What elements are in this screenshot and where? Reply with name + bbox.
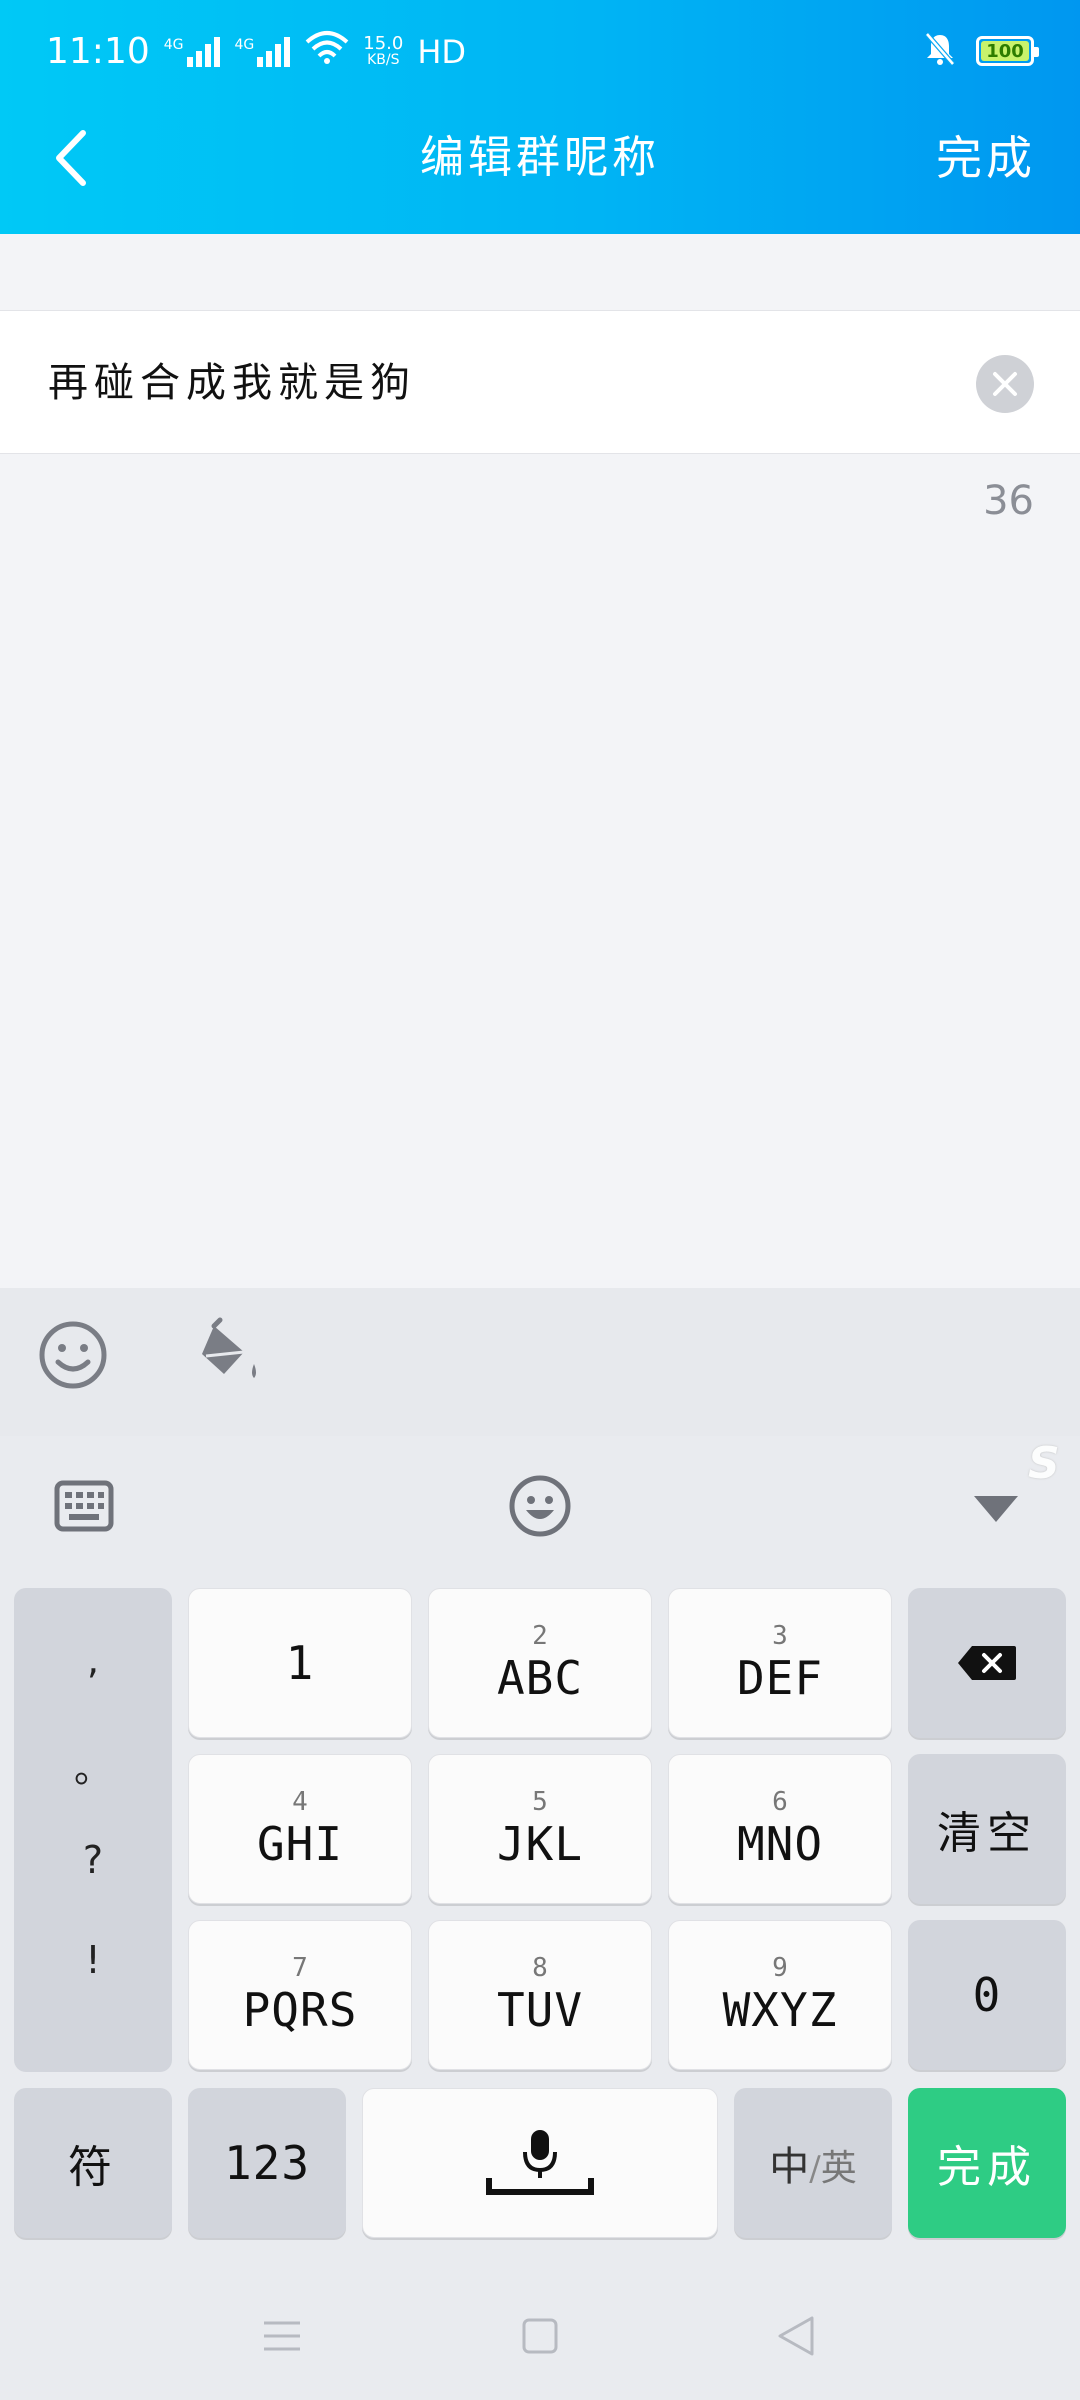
keyboard-icon xyxy=(54,1480,114,1532)
key-0[interactable]: 0 xyxy=(908,1920,1066,2070)
clear-all-key[interactable]: 清空 xyxy=(908,1754,1066,1904)
signal-1-icon: 4G xyxy=(164,36,221,67)
triangle-left-icon xyxy=(778,2316,814,2356)
home-button[interactable] xyxy=(512,2308,568,2364)
language-switch-key[interactable]: 中/英 xyxy=(734,2088,892,2238)
key-7-pqrs[interactable]: 7 PQRS xyxy=(188,1920,412,2070)
key-4-ghi[interactable]: 4 GHI xyxy=(188,1754,412,1904)
menu-icon xyxy=(264,2321,300,2351)
keyboard-toolbar: S xyxy=(0,1436,1080,1586)
ime-keyboard: S , 。 ? ! 1 2 ABC 3 DEF 4 GHI 5 JKL 6 MN… xyxy=(0,1436,1080,2400)
punct-period[interactable]: 。 xyxy=(14,1738,172,1793)
symbol-key[interactable]: 符 xyxy=(14,2088,172,2238)
key-5-jkl[interactable]: 5 JKL xyxy=(428,1754,652,1904)
microphone-icon xyxy=(486,2130,594,2195)
network-speed: 15.0 KB/S xyxy=(363,32,404,68)
wifi-icon xyxy=(305,30,349,73)
hide-keyboard-button[interactable] xyxy=(970,1488,1022,1528)
recents-button[interactable] xyxy=(254,2308,310,2364)
paint-bucket-icon xyxy=(202,1317,256,1378)
punctuation-column[interactable]: , 。 ? ! xyxy=(14,1588,172,2072)
sogou-logo-icon: S xyxy=(1028,1438,1060,1489)
hd-indicator: HD xyxy=(417,32,467,71)
input-tool-bar xyxy=(0,1288,1080,1436)
status-time: 11:10 xyxy=(46,31,150,72)
nickname-input[interactable]: 再碰合成我就是狗 xyxy=(48,311,416,455)
keyboard-emoji-button[interactable] xyxy=(508,1474,572,1538)
app-header: 11:10 4G 4G 15.0 KB/S HD 100 编辑群昵称 完成 xyxy=(0,0,1080,234)
space-voice-key[interactable] xyxy=(362,2088,718,2238)
key-3-def[interactable]: 3 DEF xyxy=(668,1588,892,1738)
triangle-down-icon xyxy=(974,1496,1018,1522)
backspace-key[interactable] xyxy=(908,1588,1066,1738)
color-fill-button[interactable] xyxy=(196,1316,270,1396)
keyboard-done-key[interactable]: 完成 xyxy=(908,2088,1066,2238)
punct-comma[interactable]: , xyxy=(14,1638,172,1682)
smiley-icon xyxy=(509,1475,571,1537)
emoji-button[interactable] xyxy=(36,1318,110,1392)
key-6-mno[interactable]: 6 MNO xyxy=(668,1754,892,1904)
key-1[interactable]: 1 xyxy=(188,1588,412,1738)
keyboard-switch-button[interactable] xyxy=(54,1480,114,1532)
key-9-wxyz[interactable]: 9 WXYZ xyxy=(668,1920,892,2070)
numeric-key[interactable]: 123 xyxy=(188,2088,346,2238)
status-right: 100 xyxy=(924,32,1039,70)
punct-exclaim[interactable]: ! xyxy=(14,1938,172,1982)
back-nav-button[interactable] xyxy=(768,2308,824,2364)
status-left: 11:10 4G 4G 15.0 KB/S HD xyxy=(46,30,466,73)
punct-question[interactable]: ? xyxy=(14,1838,172,1882)
header-done-button[interactable]: 完成 xyxy=(936,126,1036,190)
key-8-tuv[interactable]: 8 TUV xyxy=(428,1920,652,2070)
signal-2-icon: 4G xyxy=(235,36,292,67)
clear-input-button[interactable] xyxy=(976,355,1034,413)
status-bar: 11:10 4G 4G 15.0 KB/S HD 100 xyxy=(0,0,1080,106)
nickname-input-row: 再碰合成我就是狗 xyxy=(0,310,1080,454)
square-icon xyxy=(522,2318,558,2354)
system-navigation-bar xyxy=(0,2268,1080,2400)
smiley-icon xyxy=(39,1321,107,1389)
key-2-abc[interactable]: 2 ABC xyxy=(428,1588,652,1738)
mute-bell-icon xyxy=(924,32,956,70)
page-title: 编辑群昵称 xyxy=(420,132,660,183)
remaining-char-count: 36 xyxy=(983,478,1034,524)
backspace-icon xyxy=(958,1646,1016,1680)
battery-icon: 100 xyxy=(976,36,1039,66)
close-icon xyxy=(993,372,1017,396)
